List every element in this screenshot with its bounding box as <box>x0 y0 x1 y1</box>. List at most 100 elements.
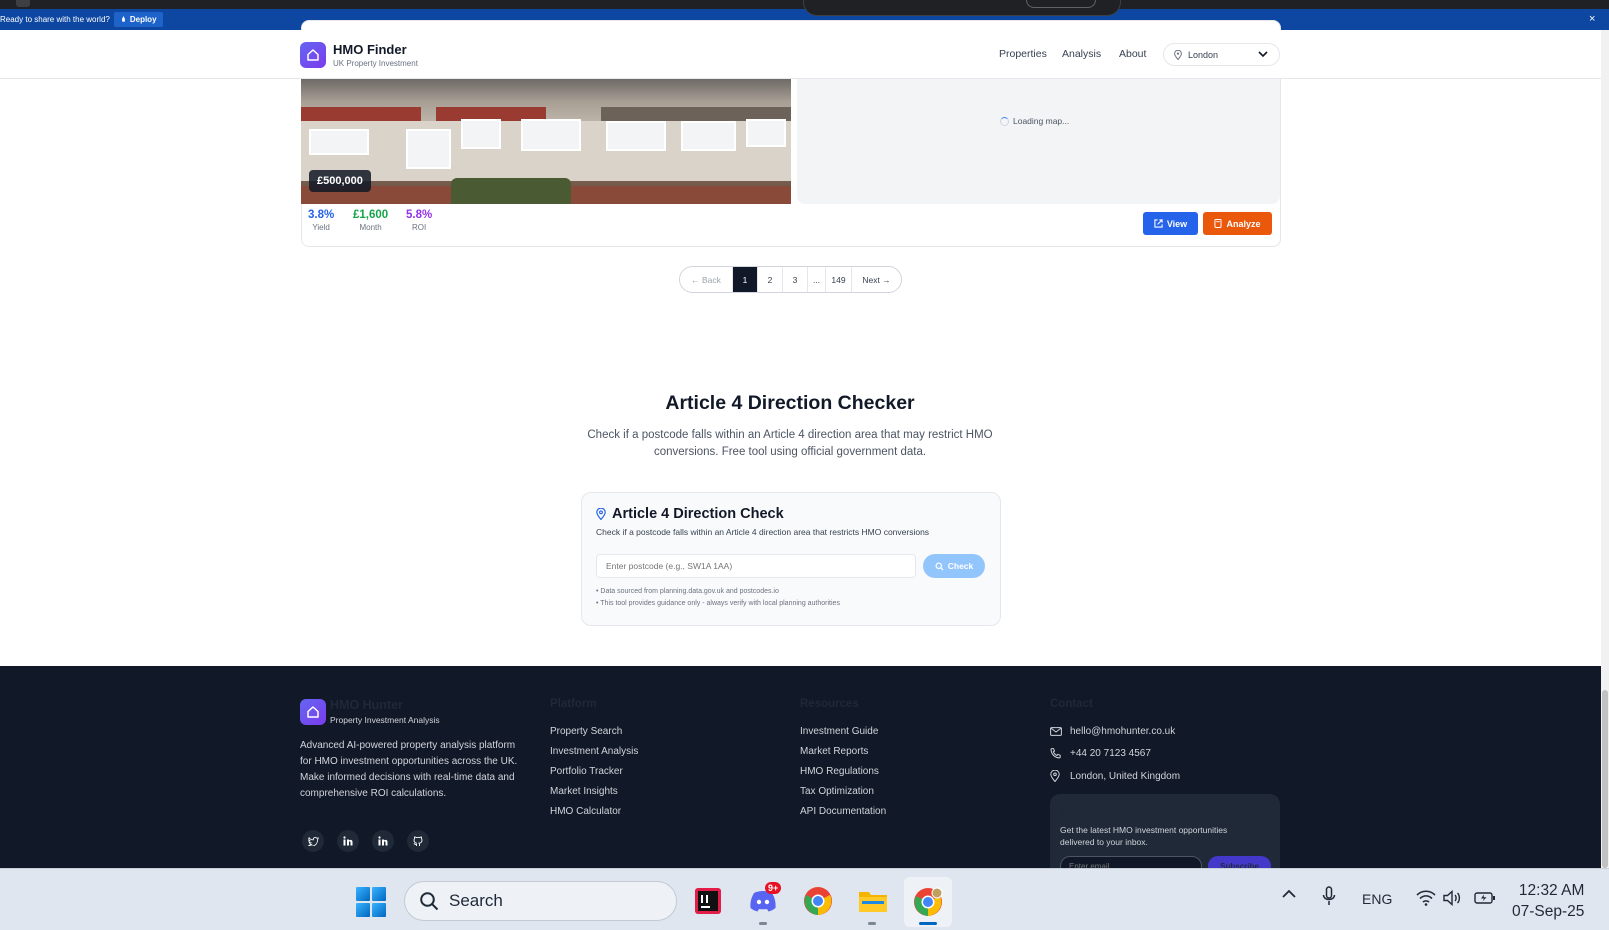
article4-card-title-text: Article 4 Direction Check <box>612 506 784 522</box>
footer-link-hmo-regulations[interactable]: HMO Regulations <box>800 766 879 777</box>
stat-roi-label: ROI <box>411 223 427 232</box>
footer-contact-email-text: hello@hmohunter.co.uk <box>1070 726 1176 737</box>
footer-link-market-reports[interactable]: Market Reports <box>800 746 868 757</box>
chrome-icon[interactable] <box>801 884 835 918</box>
article4-card-subtitle: Check if a postcode falls within an Arti… <box>596 527 930 537</box>
mail-icon <box>1050 727 1062 736</box>
check-button-label: Check <box>947 561 974 571</box>
close-icon[interactable]: × <box>1589 13 1595 25</box>
deploy-button[interactable]: Deploy <box>113 12 163 27</box>
map-loading: Loading map... <box>1000 116 1069 126</box>
footer-platform-heading: Platform <box>550 698 597 710</box>
section-description: Check if a postcode falls within an Arti… <box>587 429 993 458</box>
home-icon[interactable] <box>300 42 326 68</box>
map-pin-icon <box>596 508 606 520</box>
nav-about[interactable]: About <box>1119 48 1146 60</box>
newsletter-email-input[interactable] <box>1060 856 1202 868</box>
location-select[interactable]: London <box>1163 43 1280 66</box>
home-icon[interactable] <box>300 699 326 725</box>
view-button-label: View <box>1166 218 1188 229</box>
brand-subtitle: UK Property Investment <box>333 59 418 68</box>
footer-link-investment-guide[interactable]: Investment Guide <box>800 726 878 737</box>
footer-contact-email[interactable]: hello@hmohunter.co.uk <box>1050 726 1175 737</box>
footer-contact-address: London, United Kingdom <box>1050 770 1180 782</box>
github-icon[interactable] <box>407 830 429 852</box>
footer-link-property-search[interactable]: Property Search <box>550 726 622 737</box>
phone-icon <box>1050 748 1062 759</box>
taskbar-clock[interactable]: 12:32 AM 07-Sep-25 <box>1512 880 1584 922</box>
nav-analysis[interactable]: Analysis <box>1062 48 1101 60</box>
pagination-page-149[interactable]: 149 <box>826 267 852 292</box>
footer-brand-subtitle: Property Investment Analysis <box>330 715 440 725</box>
map-panel[interactable] <box>797 79 1280 204</box>
section-title: Article 4 Direction Checker <box>665 392 915 414</box>
language-indicator[interactable]: ENG <box>1362 891 1392 907</box>
stat-month: £1,600 Month <box>353 209 388 232</box>
footer-link-tax-optimization[interactable]: Tax Optimization <box>800 786 874 797</box>
stat-month-value: £1,600 <box>353 209 389 221</box>
check-button[interactable]: Check <box>923 554 985 578</box>
explorer-running-indicator <box>868 922 876 925</box>
footer-link-portfolio-tracker[interactable]: Portfolio Tracker <box>550 766 623 777</box>
footer-link-market-insights[interactable]: Market Insights <box>550 786 618 797</box>
stat-yield-label: Yield <box>312 223 330 232</box>
rocket-icon <box>121 16 125 22</box>
analyze-button-label: Analyze <box>1226 218 1261 229</box>
footer-contact-phone[interactable]: +44 20 7123 4567 <box>1050 748 1151 759</box>
footer-resources-heading: Resources <box>800 698 859 710</box>
calculator-icon <box>1214 219 1223 228</box>
newsletter-title: Weekly Market Updates <box>1060 805 1178 817</box>
twitter-icon[interactable] <box>302 830 324 852</box>
view-button[interactable]: View <box>1143 212 1198 235</box>
scrollbar-thumb[interactable] <box>1602 690 1608 868</box>
postcode-input[interactable] <box>596 554 916 578</box>
volume-icon[interactable] <box>1443 890 1461 906</box>
newsletter-box: Weekly Market Updates Get the latest HMO… <box>1050 794 1280 868</box>
pagination: ← Back 1 2 3 ... 149 Next → <box>679 266 902 293</box>
microphone-icon[interactable] <box>1322 886 1336 906</box>
chrome-active-icon[interactable] <box>904 877 952 927</box>
nav-properties[interactable]: Properties <box>999 48 1047 60</box>
chevron-up-icon[interactable] <box>1282 889 1296 899</box>
pagination-page-3[interactable]: 3 <box>783 267 808 292</box>
pagination-ellipsis: ... <box>808 267 826 292</box>
battery-icon[interactable] <box>1474 891 1496 905</box>
pagination-back[interactable]: ← Back <box>680 267 733 292</box>
price-badge: £500,000 <box>309 170 371 192</box>
footer-link-hmo-calculator[interactable]: HMO Calculator <box>550 806 621 817</box>
stat-yield: 3.8% Yield <box>308 209 334 232</box>
analyze-button[interactable]: Analyze <box>1203 212 1272 235</box>
footer-brand-title: HMO Hunter <box>330 698 403 712</box>
newsletter-description: Get the latest HMO investment opportunit… <box>1060 825 1228 847</box>
taskbar-search[interactable]: Search <box>404 881 677 921</box>
pagination-next[interactable]: Next → <box>852 267 901 292</box>
stat-yield-value: 3.8% <box>308 209 335 221</box>
windows-start-icon[interactable] <box>356 887 386 917</box>
pagination-page-2[interactable]: 2 <box>758 267 783 292</box>
subscribe-button[interactable]: Subscribe <box>1208 856 1271 868</box>
wifi-icon[interactable] <box>1416 890 1436 906</box>
linkedin-icon[interactable] <box>372 830 394 852</box>
property-photo[interactable] <box>301 79 791 204</box>
brand-title[interactable]: HMO Finder <box>333 42 407 57</box>
footer-link-api-documentation[interactable]: API Documentation <box>800 806 886 817</box>
footer-link-investment-analysis[interactable]: Investment Analysis <box>550 746 638 757</box>
chrome-active-indicator <box>919 922 937 925</box>
pagination-page-1[interactable]: 1 <box>733 267 758 292</box>
discord-badge: 9+ <box>765 882 782 894</box>
chevron-down-icon <box>1258 50 1268 60</box>
deploy-button-label: Deploy <box>129 15 157 24</box>
external-link-icon <box>1154 219 1163 228</box>
stat-roi: 5.8% ROI <box>406 209 432 232</box>
article4-card-title: Article 4 Direction Check <box>596 506 784 522</box>
footer-contact-phone-text: +44 20 7123 4567 <box>1070 748 1151 759</box>
browser-notch <box>803 0 1121 16</box>
map-loading-text: Loading map... <box>1013 116 1070 126</box>
page-scrollbar[interactable] <box>1601 30 1609 868</box>
file-explorer-icon[interactable] <box>856 884 890 918</box>
intellij-icon[interactable] <box>691 884 725 918</box>
clock-time: 12:32 AM <box>1518 882 1585 899</box>
browser-tab[interactable] <box>16 0 30 7</box>
article4-note-source: • Data sourced from planning.data.gov.uk… <box>596 588 779 595</box>
linkedin-icon[interactable] <box>337 830 359 852</box>
